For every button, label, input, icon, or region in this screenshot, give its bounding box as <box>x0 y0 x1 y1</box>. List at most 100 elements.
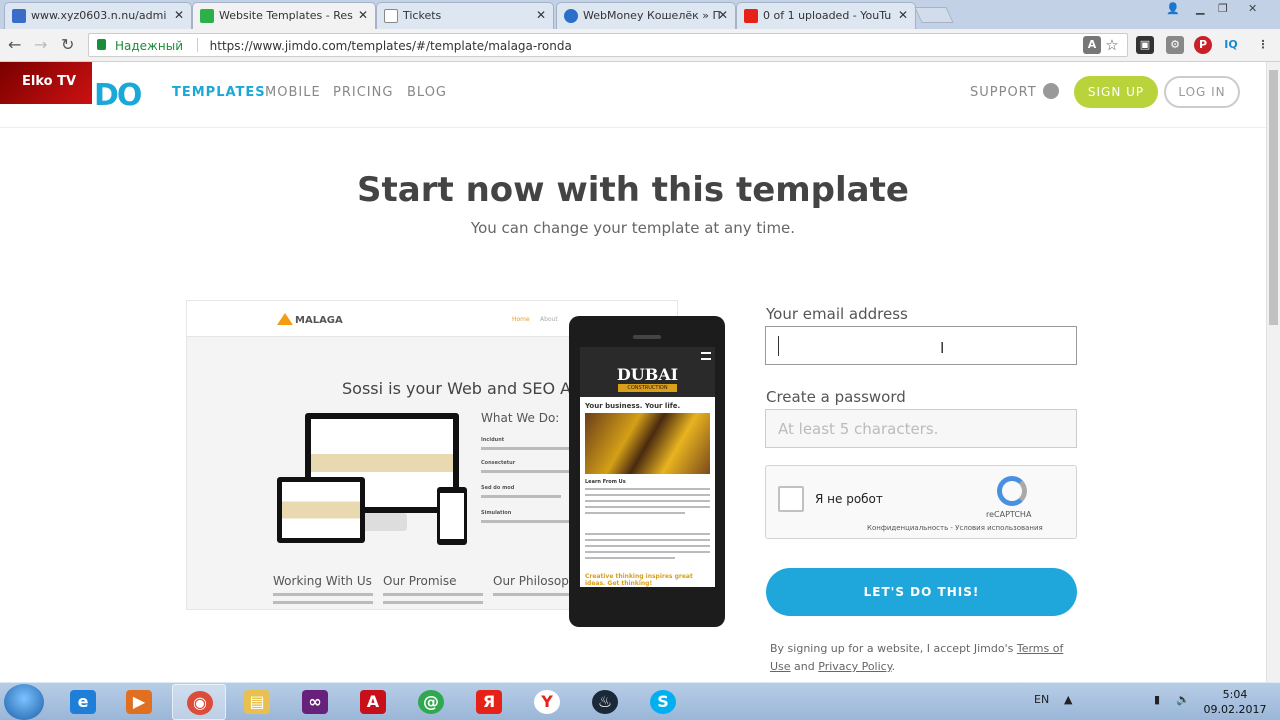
taskbar-steam[interactable]: ♨ <box>578 684 632 720</box>
close-tab-icon[interactable]: ✕ <box>718 8 728 22</box>
browser-tab-2[interactable]: Website Templates - Res ✕ <box>192 2 376 29</box>
network-icon[interactable]: ▮ <box>1154 693 1160 706</box>
extension-icon[interactable]: ▣ <box>1136 36 1154 54</box>
globe-icon[interactable] <box>1043 83 1059 99</box>
webmoney-icon <box>564 9 578 23</box>
page-scrollbar[interactable] <box>1266 62 1280 682</box>
link-icon <box>12 9 26 23</box>
preview-footer-heading: Our Promise <box>383 574 457 588</box>
scrollbar-thumb[interactable] <box>1269 70 1278 325</box>
reload-icon[interactable]: ↻ <box>61 35 74 54</box>
nav-pricing[interactable]: PRICING <box>333 85 393 100</box>
preview-text-line <box>481 447 576 450</box>
taskbar-pdf[interactable]: A <box>346 684 400 720</box>
start-button[interactable] <box>4 684 44 720</box>
taskbar-explorer[interactable]: ▤ <box>230 684 284 720</box>
ie-icon: e <box>70 690 96 714</box>
taskbar-chrome[interactable]: ◉ <box>172 684 226 720</box>
phone-text-line <box>585 545 710 547</box>
phone-screen: DUBAI CONSTRUCTION Your business. Your l… <box>580 347 715 587</box>
phone-text-line <box>585 512 685 514</box>
small-phone-screen <box>440 493 464 539</box>
star-icon[interactable]: ☆ <box>1103 36 1121 54</box>
jimdo-icon <box>200 9 214 23</box>
recaptcha-logo-icon <box>997 476 1027 506</box>
taskbar-media[interactable]: ▶ <box>112 684 166 720</box>
browser-tab-1[interactable]: www.xyz0603.n.nu/admi ✕ <box>4 2 192 29</box>
taskbar-vs[interactable]: ∞ <box>288 684 342 720</box>
steam-icon: ♨ <box>592 690 618 714</box>
preview-footer-heading: Our Philosoph <box>493 574 577 588</box>
close-tab-icon[interactable]: ✕ <box>174 8 184 22</box>
phone-site-header: DUBAI CONSTRUCTION <box>580 347 715 397</box>
browser-tab-3[interactable]: Tickets ✕ <box>376 2 554 29</box>
forward-icon[interactable]: → <box>34 35 47 54</box>
translate-icon[interactable]: A <box>1083 36 1101 54</box>
preview-what-we-do: What We Do: <box>481 411 560 425</box>
taskbar-skype[interactable]: S <box>636 684 690 720</box>
tray-arrow-icon[interactable]: ▲ <box>1064 693 1072 706</box>
preview-text-line <box>481 520 571 523</box>
password-label: Create a password <box>766 388 906 406</box>
taskbar-yandex-browser[interactable]: Y <box>520 684 574 720</box>
phone-learn-heading: Learn From Us <box>585 479 626 485</box>
back-icon[interactable]: ← <box>8 35 21 54</box>
language-indicator[interactable]: EN <box>1034 693 1049 706</box>
nav-templates[interactable]: TEMPLATES <box>172 85 266 100</box>
preview-menu-item: Home <box>512 316 530 323</box>
taskbar-icq[interactable]: @ <box>404 684 458 720</box>
close-tab-icon[interactable]: ✕ <box>358 8 368 22</box>
phone-text-line <box>585 488 710 490</box>
sign-up-button[interactable]: SIGN UP <box>1074 76 1158 108</box>
pinterest-icon[interactable]: P <box>1194 36 1212 54</box>
support-link[interactable]: SUPPORT <box>970 85 1037 100</box>
preview-text-line <box>383 601 483 604</box>
password-placeholder: At least 5 characters. <box>778 420 939 438</box>
phone-text-line <box>585 500 710 502</box>
recaptcha-checkbox[interactable] <box>778 486 804 512</box>
iq-icon[interactable]: IQ <box>1222 36 1240 54</box>
submit-button[interactable]: LET'S DO THIS! <box>766 568 1077 616</box>
restore-icon[interactable]: ❐ <box>1218 2 1228 15</box>
close-tab-icon[interactable]: ✕ <box>898 8 908 22</box>
system-clock[interactable]: 5:04 09.02.2017 <box>1200 687 1270 717</box>
menu-icon[interactable]: ⋮ <box>1254 36 1272 54</box>
nav-blog[interactable]: BLOG <box>407 85 447 100</box>
extension-icon[interactable]: ⚙ <box>1166 36 1184 54</box>
close-window-icon[interactable]: ✕ <box>1248 2 1257 15</box>
preview-menu-item: About <box>540 316 558 323</box>
new-tab-button[interactable] <box>914 7 954 23</box>
recaptcha-links[interactable]: Конфиденциальность - Условия использован… <box>867 524 1043 532</box>
preview-footer-heading: Working With Us <box>273 574 372 588</box>
browser-tab-4[interactable]: WebMoney Кошелёк » П ✕ <box>556 2 736 29</box>
password-field[interactable]: At least 5 characters. <box>765 409 1077 448</box>
clock-time: 5:04 <box>1222 688 1248 701</box>
jimdo-logo[interactable]: DO <box>94 78 142 113</box>
phone-mockup-small <box>437 487 467 545</box>
icq-icon: @ <box>418 690 444 714</box>
preview-text-line <box>481 470 569 473</box>
preview-brand: MALAGA <box>295 315 343 326</box>
log-in-button[interactable]: LOG IN <box>1164 76 1240 108</box>
browser-tab-5[interactable]: 0 of 1 uploaded - YouTu ✕ <box>736 2 916 29</box>
email-field[interactable] <box>765 326 1077 365</box>
nav-mobile[interactable]: MOBILE <box>265 85 321 100</box>
youtube-icon <box>744 9 758 23</box>
tab-title: Website Templates - Res <box>219 9 353 22</box>
close-tab-icon[interactable]: ✕ <box>536 8 546 22</box>
minimize-icon[interactable]: ▁ <box>1196 2 1204 15</box>
volume-icon[interactable]: 🔊 <box>1176 693 1190 706</box>
phone-text-line <box>585 539 710 541</box>
hamburger-icon <box>701 352 711 360</box>
taskbar-ie[interactable]: e <box>56 684 110 720</box>
preview-headline: Sossi is your Web and SEO Agen <box>342 379 602 398</box>
preview-text-line <box>481 495 561 498</box>
privacy-link[interactable]: Privacy Policy <box>818 660 891 673</box>
taskbar-yandex[interactable]: Я <box>462 684 516 720</box>
address-bar[interactable]: Надежный https://www.jimdo.com/templates… <box>88 33 1128 57</box>
address-toolbar: ← → ↻ Надежный https://www.jimdo.com/tem… <box>0 29 1280 62</box>
preview-item: Simulation <box>481 510 512 516</box>
preview-text-line <box>493 593 573 596</box>
recaptcha-label: Я не робот <box>815 492 883 506</box>
user-icon[interactable]: 👤 <box>1166 2 1180 15</box>
